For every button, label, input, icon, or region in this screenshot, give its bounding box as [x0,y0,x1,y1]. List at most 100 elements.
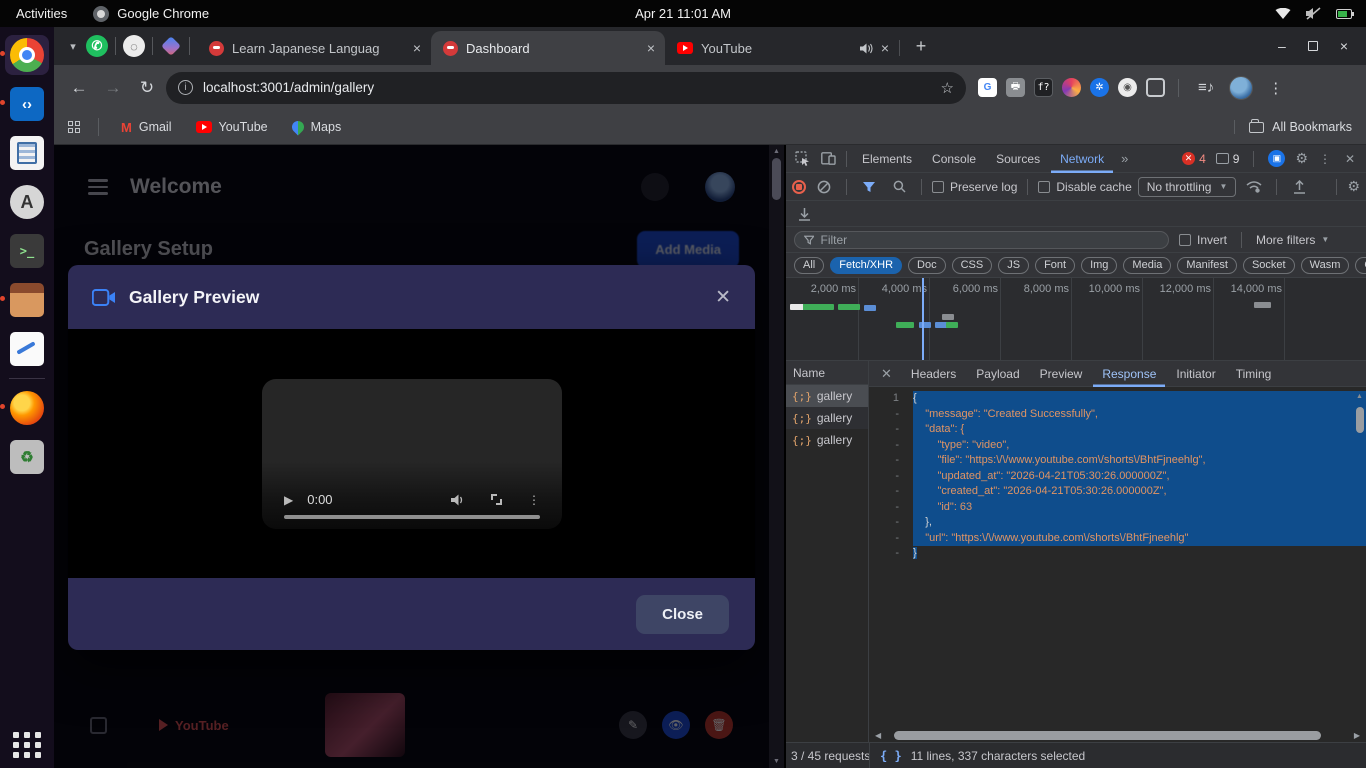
detail-tab-headers[interactable]: Headers [902,361,965,387]
export-har-icon[interactable] [792,203,816,225]
network-timeline-overview[interactable]: 2,000 ms 4,000 ms 6,000 ms 8,000 ms 10,0… [786,278,1366,361]
address-bar[interactable]: i localhost:3001/admin/gallery ☆ [166,72,966,104]
tab-close-icon[interactable]: × [413,40,421,56]
scrollbar-thumb[interactable] [772,158,781,200]
response-viewer[interactable]: 1{ - "message": "Created Successfully", … [869,387,1366,728]
translate-extension-icon[interactable]: G [978,78,997,97]
dock-vscode[interactable]: ‹› [5,84,49,124]
chatgpt-pinned-tab[interactable]: ◌ [123,35,145,57]
devtools-tab-sources[interactable]: Sources [987,145,1049,173]
detail-tab-preview[interactable]: Preview [1031,361,1092,387]
dock-trash[interactable]: ♻ [5,437,49,477]
dock-writer[interactable] [5,133,49,173]
issues-count-badge[interactable]: 9 [1216,152,1240,166]
filter-pill-socket[interactable]: Socket [1243,257,1295,274]
more-panels-icon[interactable]: » [1115,151,1134,166]
checkbox[interactable] [932,181,944,193]
request-row[interactable]: {;}gallery [786,407,868,429]
scroll-right-arrow[interactable]: ▶ [1351,731,1363,740]
clock[interactable]: Apr 21 11:01 AM [320,6,1046,21]
dock-app-a[interactable]: A [5,182,49,222]
apps-grid-icon[interactable] [68,121,80,133]
invert-checkbox[interactable]: Invert [1179,233,1227,247]
filter-pill-js[interactable]: JS [998,257,1029,274]
window-close-button[interactable]: × [1340,38,1348,54]
filter-pill-all[interactable]: All [794,257,824,274]
scroll-left-arrow[interactable]: ◀ [872,731,884,740]
more-filters-dropdown[interactable]: More filters▼ [1256,233,1329,247]
devtools-tab-console[interactable]: Console [923,145,985,173]
reload-button[interactable]: ↻ [132,73,162,103]
scrollbar-thumb[interactable] [1356,407,1364,433]
tab-learn-japanese[interactable]: Learn Japanese Languag × [197,31,431,65]
recorder-extension-icon[interactable]: ◉ [1118,78,1137,97]
profile-avatar[interactable] [1229,76,1253,100]
inspect-element-icon[interactable] [790,148,814,170]
filter-input-box[interactable] [794,231,1169,249]
gemini-pinned-tab[interactable] [160,35,182,57]
devtools-extension-icon[interactable]: ▣ [1268,150,1285,167]
filter-pill-media[interactable]: Media [1123,257,1171,274]
video-volume-icon[interactable] [451,494,465,506]
tab-close-icon[interactable]: × [647,40,655,56]
camera-extension-icon[interactable] [1062,78,1081,97]
disable-cache-checkbox[interactable]: Disable cache [1038,180,1131,194]
network-settings-icon[interactable]: ⚙ [1347,178,1360,195]
filter-pill-css[interactable]: CSS [952,257,993,274]
page-scrollbar[interactable]: ▲ ▼ [769,145,785,768]
preserve-log-checkbox[interactable]: Preserve log [932,180,1017,194]
devtools-settings-icon[interactable]: ⚙ [1295,150,1308,167]
devtools-tab-network[interactable]: Network [1051,145,1113,173]
dock-text-editor[interactable] [5,329,49,369]
filter-pill-font[interactable]: Font [1035,257,1075,274]
dock-firefox[interactable] [5,388,49,428]
dock-terminal[interactable]: >_ [5,231,49,271]
bookmark-gmail[interactable]: M Gmail [113,116,180,139]
all-bookmarks-button[interactable]: All Bookmarks [1234,120,1352,134]
extensions-puzzle-icon[interactable] [1146,78,1165,97]
back-button[interactable]: ← [64,73,94,103]
throttling-dropdown[interactable]: No throttling▼ [1138,177,1237,197]
reading-list-icon[interactable]: ≡♪ [1192,79,1220,96]
device-toolbar-icon[interactable] [816,148,840,170]
detail-tab-timing[interactable]: Timing [1227,361,1281,387]
site-info-icon[interactable]: i [178,80,193,95]
modal-close-button[interactable]: Close [636,595,729,634]
dock-chrome[interactable] [5,35,49,75]
print-extension-icon[interactable]: 🖶 [1006,78,1025,97]
scrollbar-thumb[interactable] [894,731,1321,740]
video-fullscreen-icon[interactable] [491,494,502,505]
scroll-up-arrow[interactable]: ▲ [1356,389,1363,405]
filter-pill-doc[interactable]: Doc [908,257,946,274]
fonts-extension-icon[interactable]: f? [1034,78,1053,97]
tab-close-icon[interactable]: × [881,40,889,56]
filter-pill-fetch-xhr[interactable]: Fetch/XHR [830,257,902,274]
requests-name-header[interactable]: Name [786,361,868,385]
tab-dashboard[interactable]: Dashboard × [431,31,665,65]
window-minimize-button[interactable]: – [1278,38,1286,54]
scroll-up-arrow[interactable]: ▲ [773,145,780,158]
tab-search-button[interactable]: ▾ [60,33,86,59]
scroll-down-arrow[interactable]: ▼ [773,755,780,768]
filter-pill-img[interactable]: Img [1081,257,1117,274]
devtools-menu-icon[interactable]: ⋮ [1318,148,1332,170]
browser-menu-icon[interactable]: ⋮ [1262,79,1289,97]
new-tab-button[interactable]: + [907,32,935,60]
dock-files[interactable] [5,280,49,320]
filter-pill-manifest[interactable]: Manifest [1177,257,1237,274]
response-vertical-scrollbar[interactable]: ▲ [1354,389,1365,433]
network-conditions-icon[interactable] [1242,176,1266,198]
devtools-tab-elements[interactable]: Elements [853,145,921,173]
close-detail-icon[interactable]: ✕ [873,366,900,382]
whatsapp-pinned-tab[interactable]: ✆ [86,35,108,57]
video-menu-icon[interactable]: ⋮ [528,493,540,507]
filter-toggle-icon[interactable] [857,176,881,198]
response-horizontal-scrollbar[interactable]: ◀ ▶ [869,728,1366,742]
bookmark-star-icon[interactable]: ☆ [941,79,954,97]
devtools-close-icon[interactable]: ✕ [1342,148,1358,170]
record-network-log-button[interactable] [792,180,806,194]
error-count-badge[interactable]: ✕4 [1182,152,1206,166]
activities-button[interactable]: Activities [16,6,67,21]
request-row[interactable]: {;}gallery [786,429,868,451]
settings-extension-icon[interactable]: ✲ [1090,78,1109,97]
